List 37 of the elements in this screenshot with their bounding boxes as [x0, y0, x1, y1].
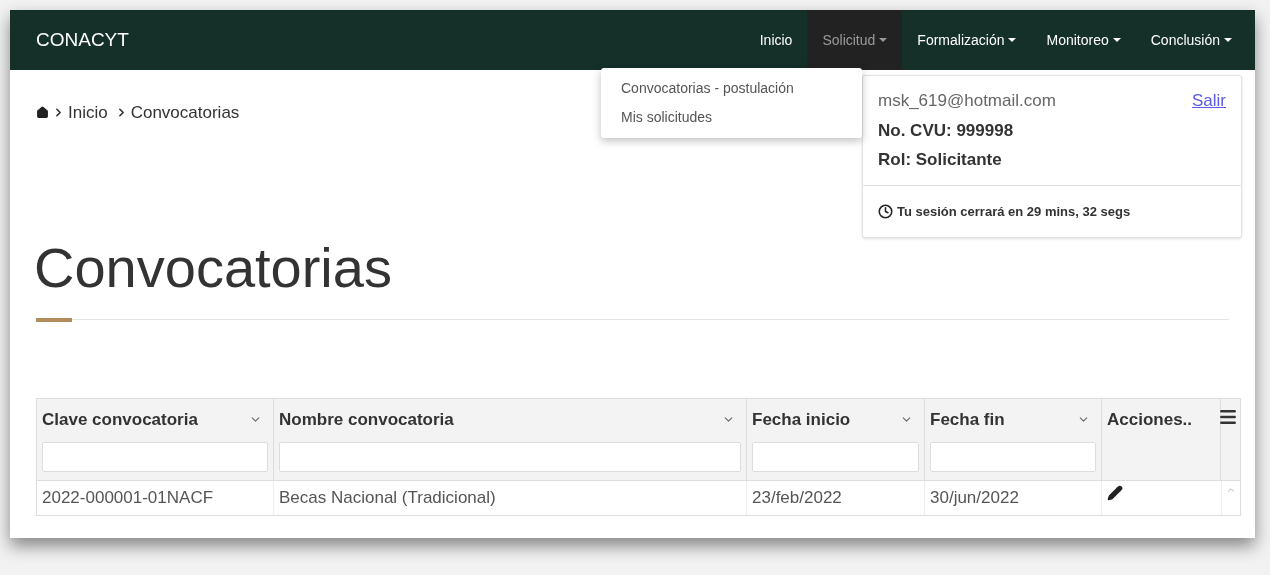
- cvu-text: No. CVU: 999998: [878, 119, 1015, 142]
- nav-item[interactable]: Monitoreo: [1031, 10, 1136, 70]
- breadcrumb-item[interactable]: Inicio: [68, 100, 108, 126]
- nav-item[interactable]: Solicitud: [807, 10, 903, 70]
- filter-input[interactable]: [752, 442, 919, 472]
- nav-item[interactable]: Formalización: [902, 10, 1032, 70]
- dropdown-item[interactable]: Convocatorias - postulación: [601, 74, 862, 103]
- table-cell: Becas Nacional (Tradicional): [274, 480, 747, 515]
- dropdown-item[interactable]: Mis solicitudes: [601, 103, 862, 132]
- page-title: Convocatorias: [33, 235, 393, 300]
- user-email: msk_619@hotmail.com: [878, 90, 1056, 112]
- caret-icon: [1112, 38, 1121, 42]
- nav-item[interactable]: Conclusión: [1135, 10, 1247, 70]
- caret-icon: [879, 38, 888, 42]
- filter-input[interactable]: [279, 442, 741, 472]
- column-header[interactable]: Nombre convocatoria: [279, 406, 454, 432]
- table-cell: 2022-000001-01NACF: [37, 480, 274, 515]
- column-header[interactable]: Clave convocatoria: [42, 406, 198, 432]
- caret-icon: [1224, 38, 1232, 42]
- session-timer: Tu sesión cerrará en 29 mins, 32 segs: [897, 202, 1131, 221]
- caret-icon: [1008, 38, 1017, 42]
- edit-icon[interactable]: [1107, 484, 1123, 501]
- filter-input[interactable]: [930, 442, 1096, 472]
- clock-icon: [878, 203, 893, 219]
- logout-link[interactable]: Salir: [1192, 88, 1226, 114]
- title-underline: [36, 317, 72, 322]
- nav-item[interactable]: Inicio: [744, 10, 808, 70]
- home-icon[interactable]: [36, 106, 49, 120]
- brand-logo[interactable]: CONACYT: [36, 25, 129, 55]
- breadcrumb-item: Convocatorias: [130, 102, 240, 124]
- column-header[interactable]: Acciones..: [1107, 406, 1193, 432]
- column-header[interactable]: Fecha inicio: [752, 406, 851, 432]
- role-text: Rol: Solicitante: [878, 149, 1003, 171]
- filter-input[interactable]: [42, 442, 268, 472]
- table-cell: 23/feb/2022: [747, 480, 925, 515]
- table-cell: 30/jun/2022: [925, 480, 1102, 515]
- column-header[interactable]: Fecha fin: [930, 406, 1005, 432]
